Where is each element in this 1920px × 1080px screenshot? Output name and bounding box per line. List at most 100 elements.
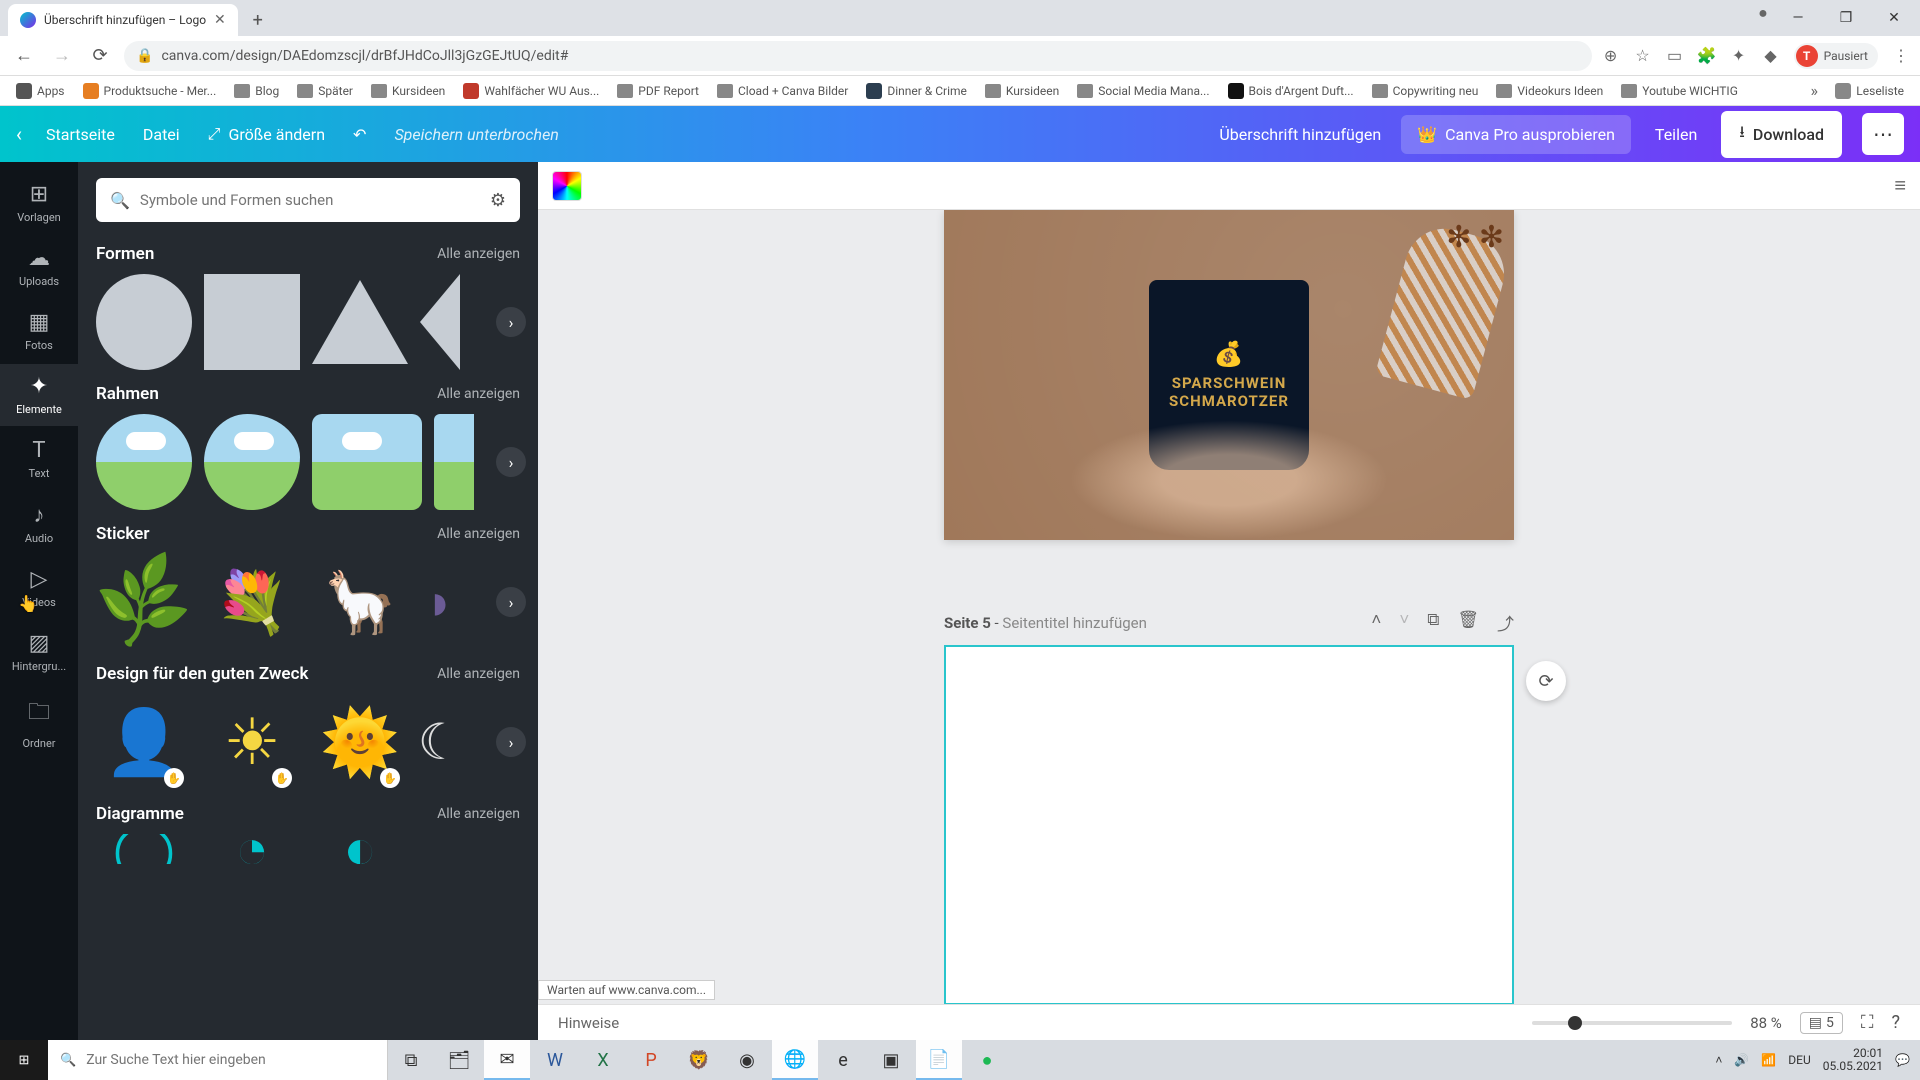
sticker-bouquet[interactable]: 💐 (204, 554, 300, 650)
see-all-formen[interactable]: Alle anzeigen (437, 246, 520, 262)
frame-circle[interactable] (96, 414, 192, 510)
mail-app-icon[interactable]: ✉ (484, 1040, 530, 1080)
add-page-icon[interactable]: ⤴ (1497, 610, 1514, 635)
charity-item-2[interactable]: ☀✋ (204, 694, 300, 790)
charity-partial[interactable]: ☾ (420, 694, 460, 790)
browser-menu-icon[interactable]: ⋮ (1892, 47, 1910, 65)
excel-app-icon[interactable]: X (580, 1040, 626, 1080)
taskbar-search[interactable]: 🔍 (48, 1040, 388, 1080)
qrcode-icon[interactable]: ▭ (1666, 47, 1684, 65)
frame-blob[interactable] (204, 414, 300, 510)
home-button[interactable]: Startseite (42, 119, 119, 150)
window-maximize-button[interactable]: ❐ (1824, 4, 1868, 32)
rail-hintergrund[interactable]: ▨Hintergru... (0, 621, 78, 683)
tray-language[interactable]: DEU (1788, 1053, 1810, 1067)
file-menu[interactable]: Datei (139, 119, 184, 150)
sticker-partial[interactable]: ◗ (420, 554, 460, 650)
see-all-charity[interactable]: Alle anzeigen (437, 666, 520, 682)
bookmark-item[interactable]: Social Media Mana... (1071, 81, 1215, 101)
bookmark-star-icon[interactable]: ☆ (1634, 47, 1652, 65)
diagram-item-2[interactable]: ◔ (204, 834, 300, 864)
brave-app-icon[interactable]: 🦁 (676, 1040, 722, 1080)
duplicate-page-icon[interactable]: ⧉ (1427, 610, 1439, 635)
diagram-item-3[interactable]: ◐ (312, 834, 408, 864)
shape-square[interactable] (204, 274, 300, 370)
bookmark-item[interactable]: Cload + Canva Bilder (711, 81, 854, 101)
rail-videos[interactable]: ▷Videos (0, 557, 78, 619)
reading-list-button[interactable]: Leseliste (1829, 80, 1910, 102)
search-input[interactable] (140, 191, 480, 209)
account-dot-icon[interactable]: ● (1754, 4, 1772, 22)
zoom-slider[interactable] (1532, 1021, 1732, 1025)
delete-page-icon[interactable]: 🗑 (1457, 610, 1479, 635)
new-tab-button[interactable]: + (244, 6, 272, 34)
tray-clock[interactable]: 20:01 05.05.2021 (1823, 1047, 1883, 1073)
start-button[interactable]: ⊞ (0, 1040, 48, 1080)
address-bar[interactable]: 🔒 canva.com/design/DAEdomzscjl/drBfJHdCo… (124, 41, 1592, 71)
spotify-app-icon[interactable]: ● (964, 1040, 1010, 1080)
bookmark-item[interactable]: Kursideen (365, 81, 451, 101)
page-5-canvas[interactable]: ⟳ (944, 645, 1514, 1005)
bookmark-item[interactable]: Bois d'Argent Duft... (1222, 80, 1360, 102)
page-4-preview[interactable]: ✻ ✻ 💰 SPARSCHWEIN SCHMAROTZER (944, 210, 1514, 540)
row-next-sticker[interactable]: › (496, 587, 526, 617)
header-back-button[interactable]: ‹ (16, 122, 22, 146)
move-page-up-icon[interactable]: ˄ (1371, 610, 1381, 635)
profile-badge[interactable]: T Pausiert (1794, 43, 1878, 69)
rail-fotos[interactable]: ▦Fotos (0, 300, 78, 362)
frame-partial[interactable] (434, 414, 474, 510)
bookmark-item[interactable]: Youtube WICHTIG (1615, 81, 1744, 101)
bookmark-item[interactable]: Später (291, 81, 359, 101)
sticker-leaf[interactable]: 🌿 (96, 554, 192, 650)
file-explorer-icon[interactable]: 🗂 (436, 1040, 482, 1080)
bookmark-item[interactable]: Wahlfächer WU Aus... (457, 80, 605, 102)
browser-tab[interactable]: Überschrift hinzufügen – Logo ✕ (8, 4, 238, 36)
move-page-down-icon[interactable]: ˅ (1399, 610, 1409, 635)
bookmark-item[interactable]: Blog (228, 81, 285, 101)
share-button[interactable]: Teilen (1651, 119, 1701, 150)
help-icon[interactable]: ? (1891, 1012, 1900, 1033)
rail-ordner[interactable]: 🗀Ordner (0, 685, 78, 760)
bookmark-item[interactable]: PDF Report (611, 81, 705, 101)
shape-partial[interactable] (420, 274, 460, 370)
nav-forward-button[interactable]: → (48, 42, 76, 70)
tray-wifi-icon[interactable]: 📶 (1761, 1053, 1776, 1067)
tray-chevron-icon[interactable]: ˄ (1715, 1053, 1722, 1067)
word-app-icon[interactable]: W (532, 1040, 578, 1080)
bookmark-item[interactable]: Copywriting neu (1366, 81, 1485, 101)
rail-text[interactable]: TText (0, 428, 78, 490)
color-picker-button[interactable] (552, 171, 582, 201)
window-close-button[interactable]: ✕ (1872, 4, 1916, 32)
bookmark-item[interactable]: Dinner & Crime (860, 80, 973, 102)
filter-icon[interactable]: ⚙ (490, 190, 506, 211)
extension-icon-1[interactable]: 🧩 (1698, 47, 1716, 65)
bookmark-item[interactable]: Kursideen (979, 81, 1065, 101)
more-menu-button[interactable]: ⋯ (1862, 113, 1904, 155)
page-title-input[interactable]: Seitentitel hinzufügen (1002, 614, 1147, 632)
shape-circle[interactable] (96, 274, 192, 370)
bookmark-item[interactable]: Videokurs Ideen (1490, 81, 1609, 101)
download-button[interactable]: ⭳ Download (1721, 111, 1842, 158)
row-next-rahmen[interactable]: › (496, 447, 526, 477)
powerpoint-app-icon[interactable]: P (628, 1040, 674, 1080)
try-pro-button[interactable]: 👑 Canva Pro ausprobieren (1401, 115, 1631, 154)
rail-audio[interactable]: ♪Audio (0, 492, 78, 555)
row-next-charity[interactable]: › (496, 727, 526, 757)
see-all-diagramme[interactable]: Alle anzeigen (437, 806, 520, 822)
see-all-sticker[interactable]: Alle anzeigen (437, 526, 520, 542)
row-next-formen[interactable]: › (496, 307, 526, 337)
rail-elemente[interactable]: ✦Elemente (0, 364, 78, 426)
bookmark-item[interactable]: Produktsuche - Mer... (77, 80, 223, 102)
resize-button[interactable]: ⤢Größe ändern (204, 118, 329, 150)
shape-triangle[interactable] (312, 274, 408, 370)
chrome-app-icon[interactable]: 🌐 (772, 1040, 818, 1080)
extension-icon-3[interactable]: ◆ (1762, 47, 1780, 65)
frame-rounded[interactable] (312, 414, 422, 510)
elements-search[interactable]: 🔍 ⚙ (96, 178, 520, 222)
notepad-app-icon[interactable]: 📄 (916, 1040, 962, 1080)
taskbar-search-input[interactable] (86, 1052, 375, 1068)
notes-button[interactable]: Hinweise (558, 1014, 619, 1032)
app-icon-1[interactable]: ▣ (868, 1040, 914, 1080)
zoom-icon[interactable]: ⊕ (1602, 47, 1620, 65)
tray-volume-icon[interactable]: 🔊 (1734, 1053, 1749, 1067)
